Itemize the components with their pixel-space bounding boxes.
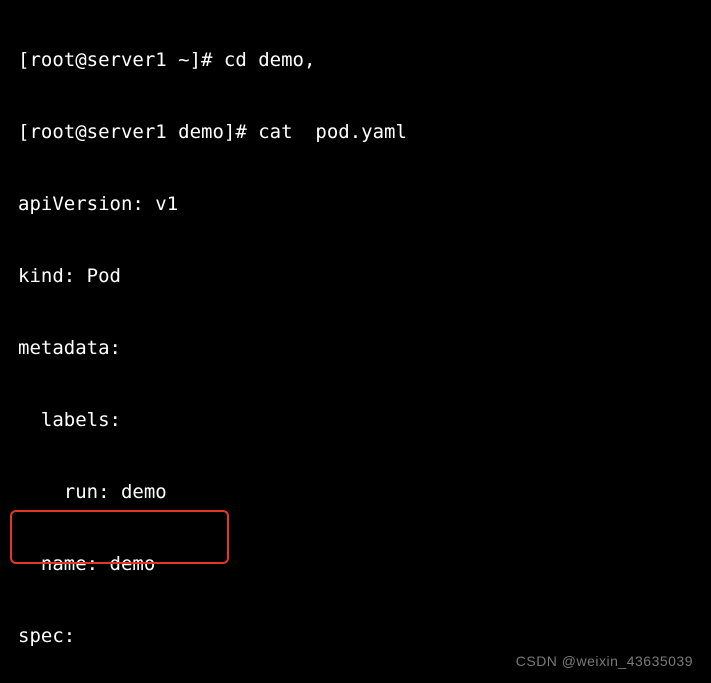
terminal-line: labels: — [0, 408, 711, 432]
terminal-line: [root@server1 demo]# cat pod.yaml — [0, 120, 711, 144]
terminal-output: [root@server1 ~]# cd demo, [root@server1… — [0, 0, 711, 683]
terminal-line: run: demo — [0, 480, 711, 504]
terminal-line: spec: — [0, 624, 711, 648]
terminal-line: kind: Pod — [0, 264, 711, 288]
watermark: CSDN @weixin_43635039 — [516, 649, 693, 673]
terminal-line: name: demo — [0, 552, 711, 576]
terminal-line: metadata: — [0, 336, 711, 360]
terminal-line: [root@server1 ~]# cd demo, — [0, 48, 711, 72]
terminal-line: apiVersion: v1 — [0, 192, 711, 216]
